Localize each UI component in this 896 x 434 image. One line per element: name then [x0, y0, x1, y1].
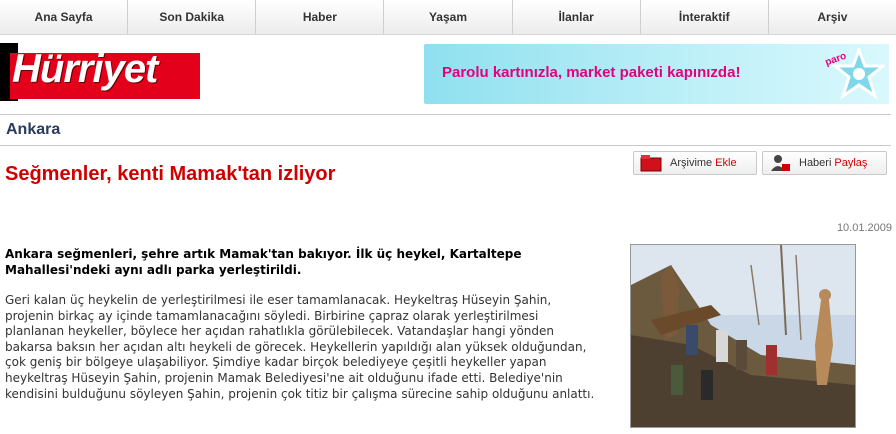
nav-label: Son Dakika: [159, 10, 225, 24]
nav-label: Arşiv: [817, 10, 848, 24]
share-label: Haberi: [799, 157, 832, 169]
nav-item-interaktif[interactable]: İnteraktif: [641, 0, 769, 34]
nav-label: İnteraktif: [678, 10, 730, 24]
top-navigation: Ana Sayfa Son Dakika Haber Yaşam İlanlar…: [0, 0, 896, 35]
logo-text: Hürriyet: [12, 47, 158, 91]
statue-installation-photo: [631, 245, 855, 427]
nav-item-ana-sayfa[interactable]: Ana Sayfa: [0, 0, 129, 34]
share-news-button[interactable]: Haberi Paylaş: [762, 151, 887, 175]
section-header: Ankara: [0, 114, 891, 146]
nav-label: Haber: [302, 10, 337, 24]
share-action: Paylaş: [834, 157, 868, 169]
nav-label: Yaşam: [428, 10, 468, 24]
nav-item-ilanlar[interactable]: İlanlar: [513, 0, 641, 34]
add-to-archive-button[interactable]: Arşivime Ekle: [633, 151, 757, 175]
paro-star-icon: [830, 48, 885, 100]
folder-icon: [640, 155, 662, 172]
article-headline: Seğmenler, kenti Mamak'tan izliyor: [5, 163, 336, 185]
section-title[interactable]: Ankara: [6, 121, 60, 139]
person-share-icon: [771, 155, 790, 171]
banner-text: Parolu kartınızla, market paketi kapınız…: [442, 64, 741, 81]
article-lead: Ankara seğmenleri, şehre artık Mamak'tan…: [5, 247, 522, 277]
advertisement-banner[interactable]: Parolu kartınızla, market paketi kapınız…: [424, 44, 889, 104]
article-photo[interactable]: [630, 244, 856, 428]
archive-action: Ekle: [715, 157, 737, 169]
archive-label: Arşivime: [670, 157, 713, 169]
nav-item-yasam[interactable]: Yaşam: [384, 0, 513, 34]
hurriyet-logo[interactable]: Hürriyet: [0, 43, 202, 101]
nav-item-arsiv[interactable]: Arşiv: [769, 0, 896, 34]
nav-item-son-dakika[interactable]: Son Dakika: [128, 0, 257, 34]
nav-label: İlanlar: [558, 10, 594, 24]
nav-label: Ana Sayfa: [34, 10, 93, 24]
nav-item-haber[interactable]: Haber: [256, 0, 385, 34]
article-date: 10.01.2009: [836, 222, 892, 234]
article-body: Geri kalan üç heykelin de yerleştirilmes…: [5, 293, 595, 401]
